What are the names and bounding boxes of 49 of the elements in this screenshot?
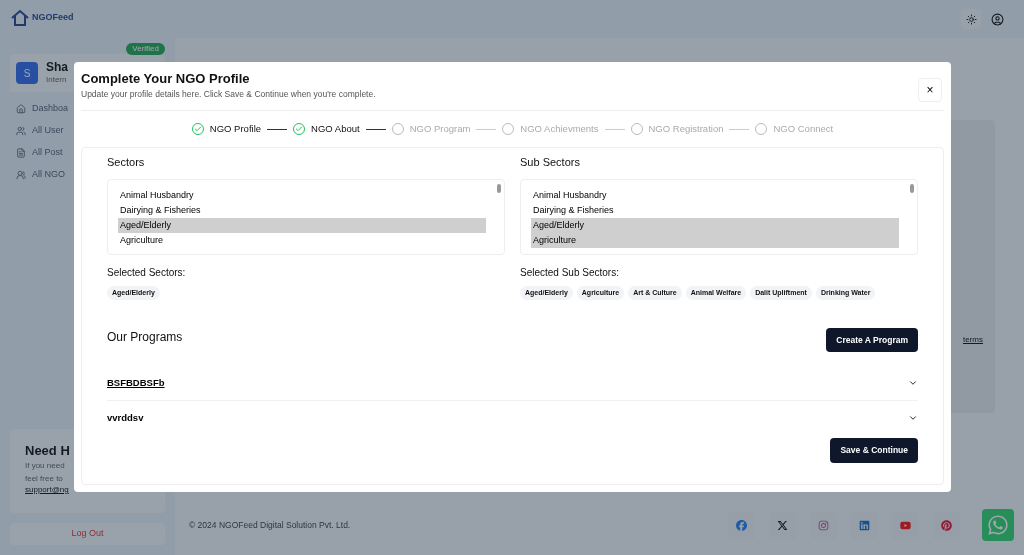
terms-link[interactable]: terms	[963, 334, 983, 346]
list-option[interactable]: Aged/Elderly	[118, 217, 486, 233]
dialog-subtitle: Update your profile details here. Click Save & Continue when you're complete.	[81, 88, 376, 101]
nav-item[interactable]: All Post	[32, 146, 63, 160]
scrollbar-thumb[interactable]	[497, 183, 501, 193]
program-accordion[interactable]: BSFBDBSFb	[107, 366, 918, 400]
dialog-title: Complete Your NGO Profile	[81, 71, 251, 87]
sun-icon[interactable]	[965, 13, 977, 25]
program-title: vvrddsv	[107, 410, 144, 425]
help-title: Need H	[25, 443, 71, 458]
list-option[interactable]: Animal Husbandry	[531, 187, 899, 203]
section-title: Our Programs	[107, 329, 183, 346]
field-label: Selected Sub Sectors:	[520, 265, 620, 280]
step-label[interactable]: NGO Profile	[209, 121, 262, 137]
avatar: S	[16, 62, 38, 84]
program-accordion[interactable]: vvrddsv	[107, 401, 918, 435]
list-option[interactable]: Dairying & Fisheries	[531, 202, 899, 218]
document-icon	[16, 148, 26, 158]
list-option[interactable]: Aged/Elderly	[531, 217, 899, 233]
scrollbar-thumb[interactable]	[910, 183, 914, 193]
logo-text: NGOFeed	[32, 11, 74, 25]
program-title: BSFBDBSFb	[107, 375, 165, 390]
save-continue-button[interactable]: Save & Continue	[830, 438, 918, 463]
home-icon	[16, 104, 26, 114]
help-text: If you need	[25, 460, 66, 471]
people-icon	[16, 170, 26, 180]
user-role: Intern	[46, 73, 68, 86]
users-icon	[16, 126, 26, 136]
house-logo-icon	[10, 8, 30, 28]
close-button[interactable]: ×	[918, 78, 942, 102]
account-icon[interactable]	[991, 12, 1004, 26]
nav-item[interactable]: All User	[32, 124, 64, 138]
list-option[interactable]: Agriculture	[118, 232, 486, 248]
list-box[interactable]: Animal Husbandry Dairying & Fisheries Aged/Elderly Agriculture	[520, 178, 918, 255]
field-label: Sectors	[107, 155, 146, 170]
field-label: Selected Sectors:	[107, 265, 187, 280]
step-label[interactable]: NGO About	[311, 121, 360, 137]
list-option[interactable]: Animal Husbandry	[118, 187, 486, 203]
verified-badge: Verified	[126, 43, 165, 55]
list-option[interactable]: Dairying & Fisheries	[118, 202, 486, 218]
nav-item[interactable]: Dashboa	[32, 102, 69, 116]
user-name: Sha	[46, 60, 68, 74]
list-box[interactable]: Animal Husbandry Dairying & Fisheries Aged/Elderly Agriculture	[107, 178, 505, 255]
create-program-button[interactable]: Create A Program	[826, 328, 918, 352]
copyright-text: © 2024 NGOFeed Digital Solution Pvt. Ltd.	[189, 518, 351, 532]
help-text: feel free to	[25, 473, 64, 484]
whatsapp-icon[interactable]	[982, 509, 1014, 541]
nav-item[interactable]: All NGO	[32, 168, 65, 182]
field-label: Sub Sectors	[520, 155, 581, 170]
